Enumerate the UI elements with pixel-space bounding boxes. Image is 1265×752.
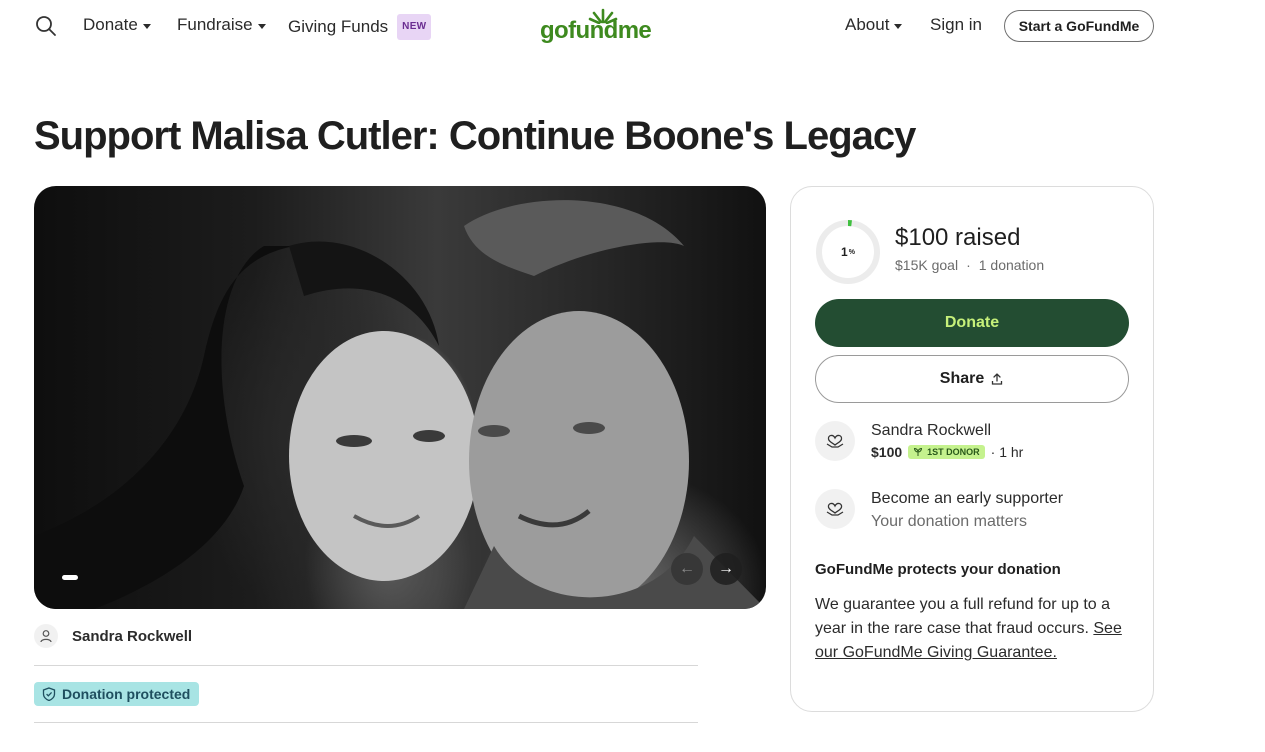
first-donor-badge: 1ST DONOR xyxy=(908,445,985,459)
share-icon xyxy=(992,373,1003,385)
donation-sidebar: 1% $100 raised $15K goal · 1 donation Do… xyxy=(790,186,1154,712)
share-button[interactable]: Share xyxy=(815,355,1129,403)
share-label: Share xyxy=(939,370,985,387)
donor-amount: $100 xyxy=(871,444,903,460)
donate-button[interactable]: Donate xyxy=(815,299,1129,347)
heart-hand-icon xyxy=(815,421,855,461)
nav-donate-menu[interactable]: Donate xyxy=(83,14,151,36)
page-title: Support Malisa Cutler: Continue Boone's … xyxy=(34,114,916,158)
arrow-left-icon[interactable]: ← xyxy=(671,553,703,585)
chevron-down-icon xyxy=(142,23,151,29)
separator: · xyxy=(966,257,971,273)
nav-fundraise-label: Fundraise xyxy=(177,15,253,34)
logo-wordmark: gofundme xyxy=(540,17,652,44)
nav-giving-funds-label: Giving Funds xyxy=(288,17,389,36)
organizer-info[interactable]: Sandra Rockwell xyxy=(34,624,192,648)
nav-about-menu[interactable]: About xyxy=(845,14,903,36)
divider xyxy=(34,722,698,723)
first-donor-label: 1ST DONOR xyxy=(927,447,980,457)
donor-meta: $100 1ST DONOR · 1 hr xyxy=(871,444,1023,460)
divider xyxy=(34,665,698,666)
shield-icon xyxy=(42,687,56,701)
donation-time: · 1 hr xyxy=(990,444,1024,460)
progress-percent-value: 1 xyxy=(841,245,848,259)
start-gofundme-button[interactable]: Start a GoFundMe xyxy=(1004,10,1154,42)
protection-text: We guarantee you a full refund for up to… xyxy=(815,593,1133,665)
chevron-down-icon xyxy=(894,23,903,29)
early-supporter-title: Become an early supporter xyxy=(871,490,1064,507)
arrow-right-icon[interactable]: → xyxy=(710,553,742,585)
donation-count: 1 donation xyxy=(978,257,1045,273)
goal-summary: $15K goal · 1 donation xyxy=(895,257,1044,273)
chevron-down-icon xyxy=(257,23,266,29)
new-badge: NEW xyxy=(397,14,432,40)
heart-hand-icon xyxy=(815,489,855,529)
gofundme-logo[interactable]: gofundme xyxy=(540,8,652,44)
donation-protected-label: Donation protected xyxy=(62,686,191,702)
early-supporter-subtitle: Your donation matters xyxy=(871,513,1027,530)
donor-name: Sandra Rockwell xyxy=(871,422,992,439)
nav-giving-funds-link[interactable]: Giving Funds NEW xyxy=(288,14,432,40)
nav-about-label: About xyxy=(845,15,890,34)
nav-fundraise-menu[interactable]: Fundraise xyxy=(177,14,266,36)
photo-illustration xyxy=(34,200,766,609)
protection-heading: GoFundMe protects your donation xyxy=(815,561,1061,578)
progress-percent-suffix: % xyxy=(848,248,855,256)
user-icon xyxy=(34,624,58,648)
search-icon[interactable] xyxy=(34,14,58,38)
amount-raised: $100 raised xyxy=(895,224,1021,251)
progress-percent: 1% xyxy=(815,219,881,285)
top-navigation: Donate Fundraise Giving Funds NEW gofund… xyxy=(0,0,1265,52)
sprout-icon xyxy=(914,447,923,456)
protection-description: We guarantee you a full refund for up to… xyxy=(815,596,1111,637)
campaign-photo[interactable]: ← → xyxy=(34,186,766,609)
carousel-indicator[interactable] xyxy=(62,575,78,580)
nav-donate-label: Donate xyxy=(83,15,138,34)
donation-protected-badge[interactable]: Donation protected xyxy=(34,682,200,706)
organizer-name: Sandra Rockwell xyxy=(72,627,193,645)
goal-amount: $15K goal xyxy=(895,257,959,273)
sign-in-link[interactable]: Sign in xyxy=(930,14,982,36)
